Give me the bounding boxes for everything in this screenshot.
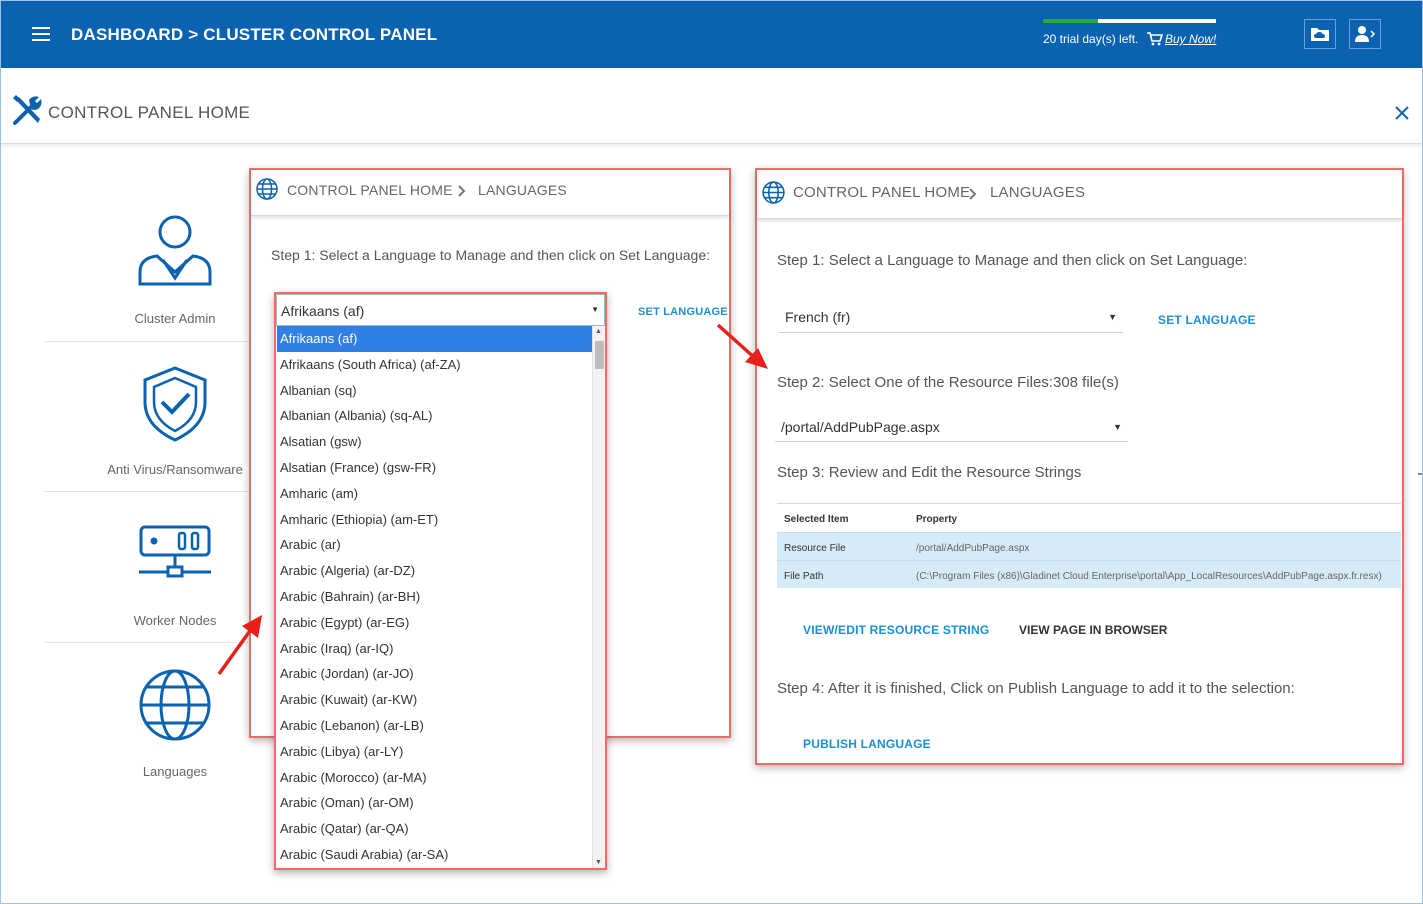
resize-handle[interactable] (1418, 473, 1422, 475)
crumb-home-link[interactable]: CONTROL PANEL HOME (287, 182, 453, 198)
caret-down-icon: ▼ (1113, 422, 1122, 432)
language-select-value: Afrikaans (af) (281, 303, 365, 319)
dropdown-option[interactable]: Arabic (ar) (277, 532, 592, 558)
table-header-row: Selected Item Property (777, 504, 1401, 532)
panel-breadcrumb: CONTROL PANEL HOME LANGUAGES (251, 170, 729, 216)
view-page-in-browser-button[interactable]: VIEW PAGE IN BROWSER (1019, 623, 1167, 637)
dropdown-option[interactable]: Arabic (Lebanon) (ar-LB) (277, 713, 592, 739)
language-options-list: Afrikaans (af) Afrikaans (South Africa) (… (277, 326, 592, 868)
dropdown-option[interactable]: Arabic (Morocco) (ar-MA) (277, 765, 592, 791)
dropdown-option[interactable]: Alsatian (France) (gsw-FR) (277, 455, 592, 481)
table-cell: (C:\Program Files (x86)\Gladinet Cloud E… (916, 571, 1382, 582)
table-cell: /portal/AddPubPage.aspx (916, 543, 1030, 554)
dropdown-option[interactable]: Albanian (sq) (277, 378, 592, 404)
publish-language-button[interactable]: PUBLISH LANGUAGE (803, 737, 931, 751)
user-account-icon (1355, 26, 1376, 42)
cart-icon (1147, 32, 1163, 46)
scroll-thumb[interactable] (595, 341, 604, 369)
dropdown-option[interactable]: Arabic (Egypt) (ar-EG) (277, 610, 592, 636)
panel-breadcrumb: CONTROL PANEL HOME LANGUAGES (757, 170, 1402, 219)
step1-label: Step 1: Select a Language to Manage and … (777, 252, 1248, 269)
step2-label: Step 2: Select One of the Resource Files… (777, 374, 1119, 391)
resource-strings-table: Selected Item Property Resource File /po… (777, 503, 1401, 588)
language-select[interactable]: Afrikaans (af) ▼ (276, 294, 605, 326)
sidebar-item-label: Languages (142, 764, 208, 779)
dropdown-option[interactable]: Alsatian (gsw) (277, 429, 592, 455)
resource-file-select[interactable]: /portal/AddPubPage.aspx ▼ (775, 416, 1128, 442)
dropdown-scrollbar[interactable]: ▲ ▼ (592, 326, 605, 868)
set-language-button[interactable]: SET LANGUAGE (1158, 313, 1256, 327)
globe-icon (762, 181, 785, 204)
trial-progress-fill (1043, 19, 1099, 23)
cloud-folder-button[interactable] (1304, 19, 1336, 49)
caret-down-icon: ▼ (1108, 312, 1117, 322)
caret-down-icon: ▼ (591, 305, 599, 314)
trial-progress-bar (1043, 19, 1216, 23)
dropdown-option[interactable]: Afrikaans (South Africa) (af-ZA) (277, 352, 592, 378)
page-title-bar: CONTROL PANEL HOME (1, 68, 1422, 144)
dropdown-option[interactable]: Arabic (Iraq) (ar-IQ) (277, 636, 592, 662)
view-edit-resource-button[interactable]: VIEW/EDIT RESOURCE STRING (803, 623, 989, 637)
dropdown-option[interactable]: Arabic (Kuwait) (ar-KW) (277, 687, 592, 713)
server-node-icon (139, 525, 211, 578)
table-cell: File Path (784, 571, 824, 582)
dropdown-option[interactable]: Amharic (Ethiopia) (am-ET) (277, 507, 592, 533)
menu-icon[interactable] (32, 27, 50, 41)
annotation-arrow-icon (217, 615, 262, 676)
dropdown-option[interactable]: Arabic (Qatar) (ar-QA) (277, 816, 592, 842)
crumb-current: LANGUAGES (990, 184, 1086, 201)
cloud-folder-icon (1311, 28, 1329, 41)
column-header: Selected Item (784, 514, 849, 525)
table-row[interactable]: Resource File /portal/AddPubPage.aspx (777, 532, 1401, 560)
globe-icon (256, 178, 278, 200)
user-account-button[interactable] (1349, 19, 1381, 49)
crumb-current: LANGUAGES (478, 182, 567, 198)
dropdown-option[interactable]: Arabic (Libya) (ar-LY) (277, 739, 592, 765)
dropdown-option[interactable]: Arabic (Jordan) (ar-JO) (277, 661, 592, 687)
user-admin-icon (138, 215, 212, 286)
annotation-arrow-icon (716, 323, 768, 369)
step3-label: Step 3: Review and Edit the Resource Str… (777, 464, 1082, 481)
step1-label: Step 1: Select a Language to Manage and … (271, 247, 710, 263)
crumb-home-link[interactable]: CONTROL PANEL HOME (793, 184, 970, 201)
dropdown-option[interactable]: Arabic (Bahrain) (ar-BH) (277, 584, 592, 610)
step4-label: Step 4: After it is finished, Click on P… (777, 680, 1295, 697)
scroll-down-icon[interactable]: ▼ (595, 859, 602, 866)
language-select-value: French (fr) (785, 309, 851, 325)
chevron-right-icon (969, 188, 977, 200)
globe-icon (139, 669, 211, 741)
language-dropdown[interactable]: Afrikaans (af) ▼ Afrikaans (af) Afrikaans… (274, 292, 607, 870)
language-select[interactable]: French (fr) ▼ (779, 307, 1123, 333)
table-row[interactable]: File Path (C:\Program Files (x86)\Gladin… (777, 560, 1401, 588)
dropdown-option[interactable]: Amharic (am) (277, 481, 592, 507)
tools-icon (13, 95, 42, 125)
languages-panel-right: CONTROL PANEL HOME LANGUAGES Step 1: Sel… (755, 168, 1404, 765)
dropdown-option[interactable]: Arabic (Algeria) (ar-DZ) (277, 558, 592, 584)
dropdown-option[interactable]: Arabic (Saudi Arabia) (ar-SA) (277, 842, 592, 868)
chevron-right-icon (458, 185, 466, 197)
table-cell: Resource File (784, 543, 846, 554)
top-header: DASHBOARD > CLUSTER CONTROL PANEL 20 tri… (1, 1, 1422, 68)
set-language-button[interactable]: SET LANGUAGE (638, 306, 728, 318)
header-breadcrumb: DASHBOARD > CLUSTER CONTROL PANEL (71, 25, 438, 44)
dropdown-option[interactable]: Arabic (Oman) (ar-OM) (277, 790, 592, 816)
dropdown-option[interactable]: Albanian (Albania) (sq-AL) (277, 403, 592, 429)
close-icon[interactable] (1394, 105, 1410, 121)
shield-check-icon (143, 366, 207, 442)
column-header: Property (916, 514, 958, 525)
page-title: CONTROL PANEL HOME (48, 103, 251, 122)
dropdown-option[interactable]: Afrikaans (af) (277, 326, 592, 352)
trial-text: 20 trial day(s) left. (1043, 32, 1139, 46)
resource-file-value: /portal/AddPubPage.aspx (781, 419, 940, 435)
buy-now-link[interactable]: Buy Now! (1165, 32, 1216, 46)
scroll-up-icon[interactable]: ▲ (595, 328, 602, 335)
